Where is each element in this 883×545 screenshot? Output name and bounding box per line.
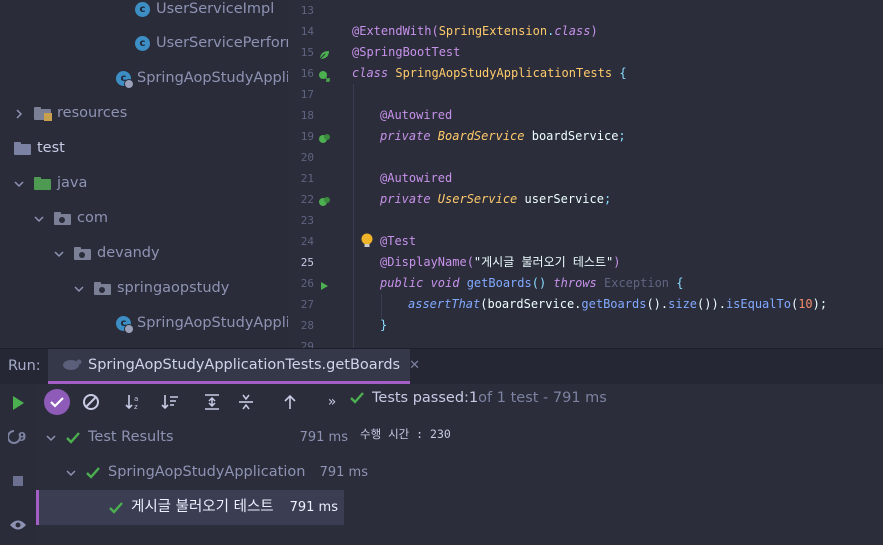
tree-item-com[interactable]: com [34,201,108,236]
check-icon [86,466,100,480]
chevron-down-icon[interactable] [66,468,76,478]
spring-bean-navigate-icon[interactable] [318,67,330,82]
code-line-27: assertThat(boardService.getBoards().size… [408,297,828,311]
code-line-14: @ExtendWith(SpringExtension.class) [352,24,598,38]
line-number: 14 [300,25,314,38]
line-number: 18 [300,109,314,122]
code-line-22: private UserService userService; [380,192,612,206]
chevron-down-icon[interactable] [74,284,84,294]
test-method-node[interactable]: 게시글 불러오기 테스트 791 ms [36,490,344,525]
code-line-21: @Autowired [380,171,453,185]
sort-by-duration-icon[interactable] [160,392,180,412]
line-number: 22 [300,193,314,206]
test-sources-folder-icon [34,177,51,190]
code-line-15: @SpringBootTest [352,45,461,59]
close-icon[interactable]: ✕ [409,358,420,373]
run-test-gutter-icon[interactable] [318,277,330,290]
rerun-icon[interactable] [8,393,28,413]
sort-alphabetically-icon[interactable]: az [124,392,144,412]
tree-item-springaopstudyapplication[interactable]: c SpringAopStudyApplic [116,61,288,96]
editor-gutter: 13 14 15 16 17 18 19 20 21 22 23 24 25 2… [288,0,340,353]
expand-all-icon[interactable] [202,392,222,412]
run-label: Run: [8,358,41,374]
autowired-navigate-icon[interactable] [318,130,330,143]
line-number: 26 [300,277,314,290]
chevron-down-icon[interactable] [14,179,24,189]
line-number: 24 [300,235,314,248]
run-sidebar: 9 [0,384,36,545]
chevron-right-icon[interactable] [14,108,24,119]
tree-item-springaopstudy[interactable]: springaopstudy [74,271,229,306]
test-config-icon [62,356,82,375]
code-line-19: private BoardService boardService; [380,129,626,143]
tree-item-test[interactable]: test [14,131,65,166]
package-icon [74,247,91,260]
run-panel-header: Run: SpringAopStudyApplicationTests.getB… [0,348,883,384]
svg-text:a: a [134,395,138,403]
spring-boot-class-icon: c [116,71,134,89]
code-line-18: @Autowired [380,108,453,122]
test-class-node[interactable]: SpringAopStudyApplication 791 ms [36,455,374,490]
package-icon [94,282,111,295]
chevron-down-icon[interactable] [34,214,44,224]
chevron-down-icon[interactable] [54,249,64,259]
check-icon [66,431,80,445]
more-actions-icon[interactable]: » [322,392,342,412]
line-number: 27 [300,298,314,311]
line-number: 16 [300,67,314,80]
lightbulb-intention-icon[interactable] [360,233,374,253]
line-number: 20 [300,151,314,164]
line-number: 21 [300,172,314,185]
eye-icon[interactable] [8,515,28,535]
code-line-24: @Test [380,234,417,248]
console-output[interactable]: 수행 시간 : 230 [360,426,451,442]
previous-failed-icon[interactable] [280,392,300,412]
project-tree: c UserServiceImpl c UserServicePerform c… [0,0,288,348]
collapse-all-icon[interactable] [236,392,256,412]
run-tab[interactable]: SpringAopStudyApplicationTests.getBoards… [48,349,420,384]
java-class-icon: c [135,36,150,51]
java-class-icon: c [135,2,150,17]
test-results-root[interactable]: Test Results 791 ms [36,420,354,455]
line-number-current: 25 [300,256,314,269]
code-line-16: class SpringAopStudyApplicationTests { [352,66,627,80]
code-line-28: } [380,318,388,332]
tree-item-springaopstudyapplicationtests[interactable]: c SpringAopStudyApplic [116,306,288,341]
test-folder-icon [14,142,31,155]
run-panel: 9 az » Tests passed: 1 of 1 test - 791 m… [0,384,883,545]
show-passed-toggle[interactable] [44,389,70,415]
resources-folder-icon [34,107,52,121]
line-number: 17 [300,88,314,101]
package-icon [54,212,71,225]
svg-text:z: z [134,403,138,411]
line-number: 28 [300,319,314,332]
line-number: 15 [300,46,314,59]
code-line-25: @DisplayName("게시글 불러오기 테스트") [380,255,621,269]
line-number: 23 [300,214,314,227]
code-line-26: public void getBoards() throws Exception… [380,276,684,290]
chevron-down-icon[interactable] [46,433,56,443]
svg-text:9: 9 [18,430,26,444]
check-icon [350,391,364,405]
tree-item-java[interactable]: java [14,166,87,201]
spring-boot-class-icon: c [116,316,134,334]
test-results-tree: Test Results 791 ms SpringAopStudyApplic… [36,420,368,545]
spring-bean-gutter-icon[interactable] [318,46,330,60]
indent-guide [353,84,354,348]
tree-item-devandy[interactable]: devandy [54,236,160,271]
stop-icon[interactable] [8,471,28,491]
test-status: Tests passed: 1 of 1 test - 791 ms [350,384,607,412]
tree-item-userserviceperform[interactable]: c UserServicePerform [135,26,288,61]
tree-item-resources[interactable]: resources [14,96,127,131]
autowired-navigate-icon[interactable] [318,193,330,206]
code-editor[interactable]: @ExtendWith(SpringExtension.class) @Spri… [340,0,883,348]
line-number: 13 [300,4,314,17]
show-ignored-icon[interactable] [81,392,101,412]
check-icon [109,501,123,515]
run-toolbar: az » Tests passed: 1 of 1 test - 791 ms [36,384,883,420]
line-number: 19 [300,130,314,143]
tree-item-userserviceimpl[interactable]: c UserServiceImpl [135,0,274,27]
rerun-failed-icon[interactable]: 9 [8,427,28,447]
run-tab-title: SpringAopStudyApplicationTests.getBoards [88,357,401,373]
